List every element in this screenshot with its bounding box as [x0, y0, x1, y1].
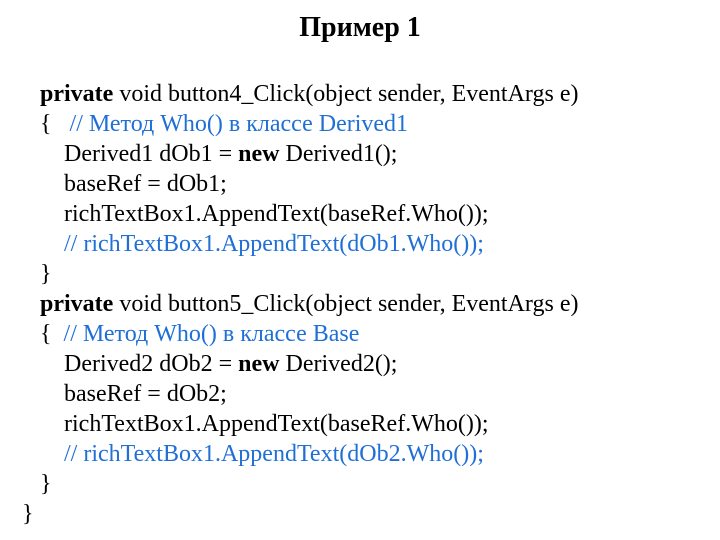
comment-4: // richTextBox1.AppendText(dOb2.Who());	[64, 441, 484, 467]
comment-3: // Метод Who() в классе Base	[64, 321, 360, 347]
keyword-private: private	[40, 81, 113, 107]
brace-open: {	[40, 321, 64, 347]
brace-open: {	[40, 111, 70, 137]
line-derived2-b: Derived2();	[280, 351, 398, 377]
line-append2: richTextBox1.AppendText(baseRef.Who());	[40, 411, 489, 437]
comment-2: // richTextBox1.AppendText(dOb1.Who());	[64, 231, 484, 257]
line-derived1-b: Derived1();	[280, 141, 398, 167]
brace-close: }	[40, 261, 52, 287]
method-sig-1: void button4_Click(object sender, EventA…	[113, 81, 578, 107]
final-brace: }	[22, 501, 34, 527]
line-derived1-a: Derived1 dOb1 =	[40, 141, 238, 167]
indent	[40, 231, 64, 257]
indent	[40, 441, 64, 467]
line-derived2-a: Derived2 dOb2 =	[40, 351, 238, 377]
slide-title: Пример 1	[40, 10, 680, 45]
comment-1: // Метод Who() в классе Derived1	[70, 111, 409, 137]
line-baseref1: baseRef = dOb1;	[40, 171, 227, 197]
brace-close: }	[40, 471, 52, 497]
keyword-private: private	[40, 291, 113, 317]
code-block: private void button4_Click(object sender…	[40, 49, 680, 529]
keyword-new: new	[238, 141, 279, 167]
line-append1: richTextBox1.AppendText(baseRef.Who());	[40, 201, 489, 227]
line-baseref2: baseRef = dOb2;	[40, 381, 227, 407]
method-sig-2: void button5_Click(object sender, EventA…	[113, 291, 578, 317]
keyword-new: new	[238, 351, 279, 377]
